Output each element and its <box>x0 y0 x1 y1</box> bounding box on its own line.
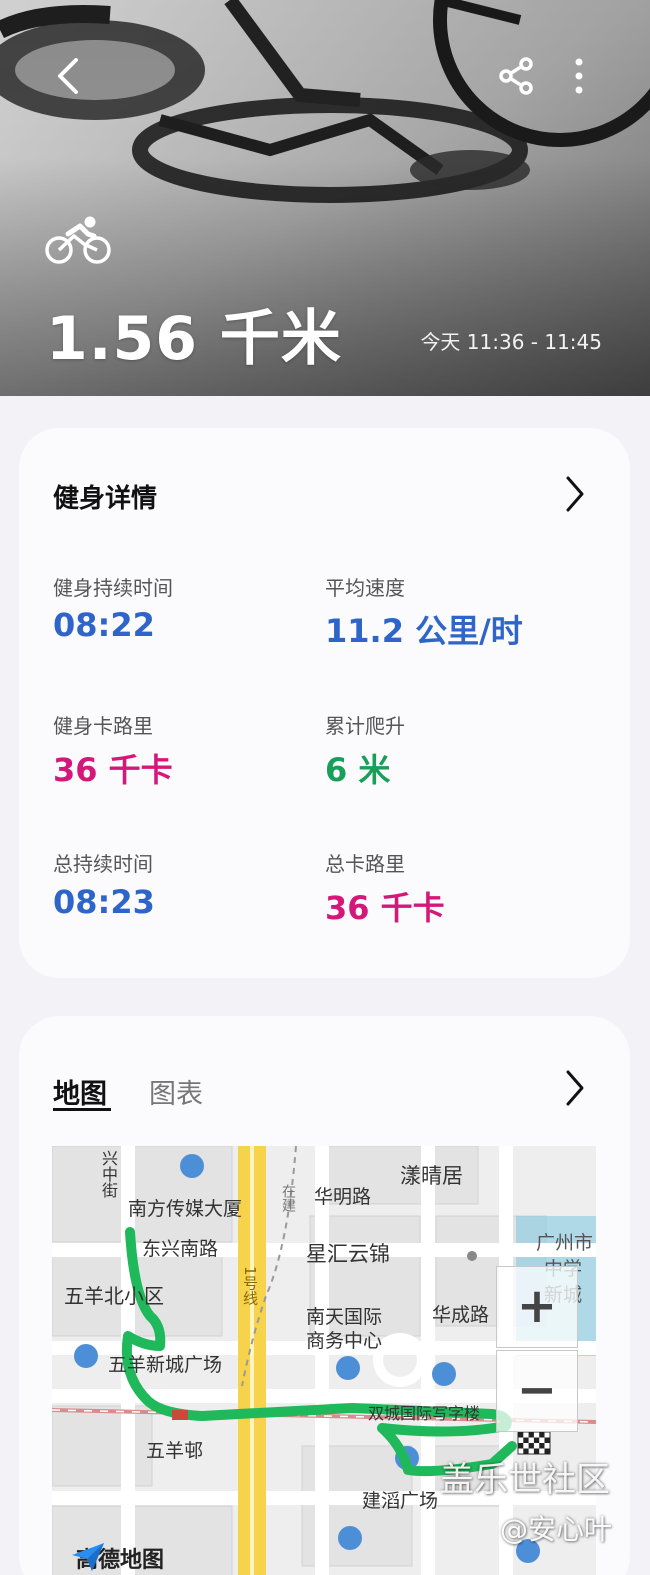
map-label: 商务中心 <box>306 1330 383 1352</box>
watermark-community: 盖乐世社区 <box>440 1460 610 1500</box>
stat-value-calories: 36 千卡 <box>53 751 173 789</box>
cycling-icon <box>44 214 114 266</box>
map-label: 南天国际 <box>306 1306 383 1328</box>
stat-label: 累计爬升 <box>325 714 405 738</box>
stat-value-avg-speed: 11.2 公里/时 <box>325 612 523 650</box>
more-options-button[interactable] <box>562 54 596 98</box>
minus-icon: − <box>516 1362 558 1418</box>
map-label: 星汇云锦 <box>306 1242 390 1266</box>
zoom-in-button[interactable]: + <box>496 1266 578 1348</box>
map-label: 广州市 <box>536 1232 594 1254</box>
map-label: 东兴南路 <box>142 1238 219 1260</box>
tab-map[interactable]: 地图 <box>53 1072 107 1111</box>
amap-arrow-icon <box>72 1543 104 1571</box>
plus-icon: + <box>516 1278 558 1334</box>
tab-active-indicator <box>53 1108 111 1111</box>
tab-chart[interactable]: 图表 <box>149 1072 203 1111</box>
time-range: 今天 11:36 - 11:45 <box>420 330 602 354</box>
map-label: 南方传媒大厦 <box>128 1198 243 1220</box>
map-label: 在建 <box>280 1184 296 1212</box>
back-button[interactable] <box>48 52 88 100</box>
share-icon <box>499 57 533 95</box>
map-label: 建滔广场 <box>362 1490 439 1512</box>
start-marker <box>172 1410 188 1420</box>
map-label: 五羊邨 <box>146 1440 204 1462</box>
map-label: 双城国际写字楼 <box>368 1404 481 1423</box>
stat-label: 健身持续时间 <box>53 576 173 600</box>
amap-logo: 高德地图 <box>70 1541 164 1575</box>
fitness-details-card[interactable]: 健身详情 健身持续时间 08:22 平均速度 11.2 公里/时 健身卡路里 3… <box>19 428 630 978</box>
map-label: 华成路 <box>432 1304 490 1326</box>
map-label: 兴中街 <box>99 1150 118 1198</box>
stat-label: 健身卡路里 <box>53 714 153 738</box>
stat-label: 平均速度 <box>325 576 405 600</box>
chevron-right-icon[interactable] <box>562 474 588 514</box>
card-title: 健身详情 <box>53 484 158 514</box>
stat-value-total-calories: 36 千卡 <box>325 889 445 927</box>
stat-value-duration: 08:22 <box>53 606 155 644</box>
finish-flag-icon <box>517 1431 551 1455</box>
map-label: 漾晴居 <box>400 1164 463 1188</box>
workout-header: 1.56 千米 今天 11:36 - 11:45 <box>0 0 650 396</box>
share-button[interactable] <box>496 56 540 96</box>
stat-value-total-duration: 08:23 <box>53 883 155 921</box>
map-label: 华明路 <box>314 1186 372 1208</box>
zoom-out-button[interactable]: − <box>496 1350 578 1432</box>
chevron-left-icon <box>58 58 78 94</box>
map-label: 五羊新城广场 <box>108 1354 223 1376</box>
distance-value: 1.56 千米 <box>46 304 342 374</box>
stat-value-elevation: 6 米 <box>325 751 391 789</box>
map-label: 五羊北小区 <box>64 1284 164 1308</box>
chevron-right-icon[interactable] <box>562 1068 588 1108</box>
stat-label: 总持续时间 <box>53 852 153 876</box>
more-vertical-icon <box>575 58 583 94</box>
stat-label: 总卡路里 <box>325 852 405 876</box>
map-label: 1号线 <box>241 1266 259 1306</box>
watermark-author: @安心叶 <box>500 1513 613 1546</box>
